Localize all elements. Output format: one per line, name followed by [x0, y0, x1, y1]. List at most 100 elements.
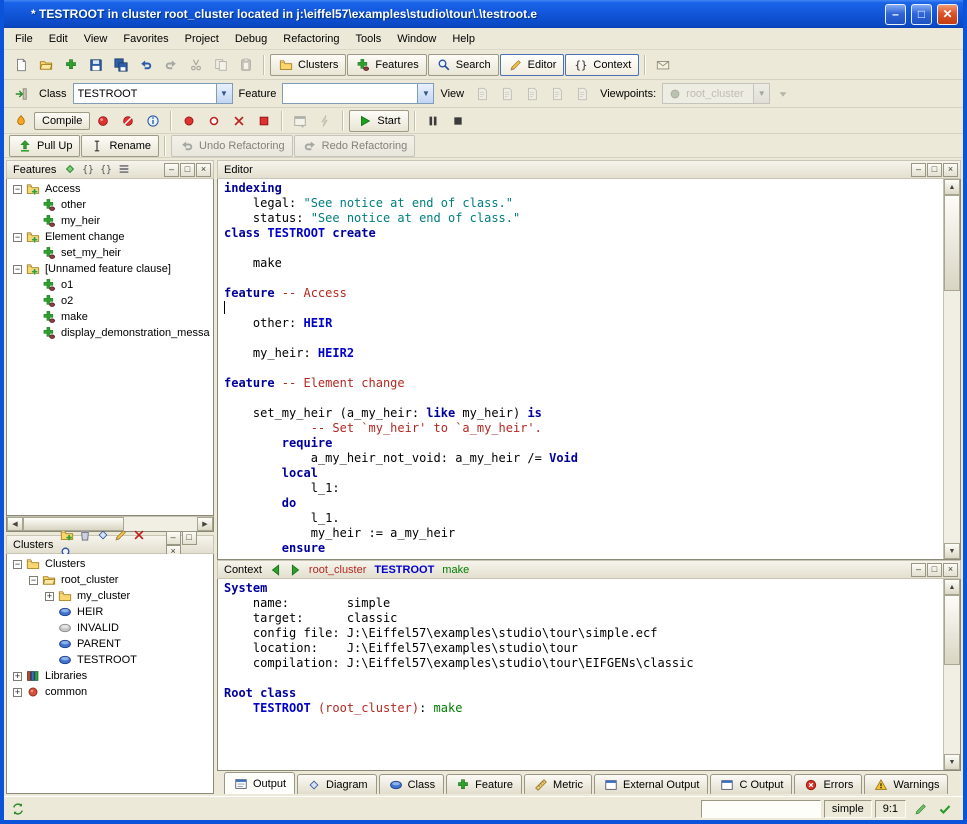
features-panel-minimize-button[interactable]: –: [164, 163, 179, 177]
breakpoints-disable-icon-button[interactable]: [202, 110, 226, 132]
tab-warnings[interactable]: Warnings: [864, 774, 948, 794]
edit-mode-icon-button[interactable]: [909, 798, 933, 820]
tree-item-common[interactable]: +common: [7, 684, 213, 700]
scroll-right-icon[interactable]: ▶: [197, 517, 213, 531]
scrollbar-thumb[interactable]: [944, 595, 960, 665]
tab-c-output[interactable]: C Output: [710, 774, 792, 794]
list-view-icon-button[interactable]: [115, 161, 133, 177]
features-panel-close-button[interactable]: ×: [196, 163, 211, 177]
minimize-button[interactable]: –: [885, 4, 906, 25]
context-vertical-scrollbar[interactable]: ▲ ▼: [943, 579, 960, 770]
braces-icon-button[interactable]: {}: [79, 161, 97, 177]
feature-tool-icon-button[interactable]: [61, 161, 79, 177]
breadcrumb-root-cluster[interactable]: root_cluster: [305, 564, 370, 576]
alias-icon-button[interactable]: {}: [97, 161, 115, 177]
menu-debug[interactable]: Debug: [227, 30, 275, 48]
pause-icon-button[interactable]: [421, 110, 445, 132]
tree-item-invalid[interactable]: INVALID: [7, 620, 213, 636]
open-file-icon-button[interactable]: [34, 54, 58, 76]
context-output-area[interactable]: System name: simple target: classic conf…: [218, 579, 943, 770]
collapse-icon[interactable]: −: [13, 185, 22, 194]
save-all-icon-button[interactable]: [109, 54, 133, 76]
tree-item-set-my-heir[interactable]: set_my_heir: [7, 245, 213, 261]
context-panel-minimize-button[interactable]: –: [911, 563, 926, 577]
tree-item-my-cluster[interactable]: +my_cluster: [7, 588, 213, 604]
new-window-icon-button[interactable]: [9, 54, 33, 76]
finalize-icon-button[interactable]: [116, 110, 140, 132]
saved-icon-button[interactable]: [933, 798, 957, 820]
menu-help[interactable]: Help: [444, 30, 483, 48]
history-back-button[interactable]: [267, 562, 285, 578]
menu-tools[interactable]: Tools: [348, 30, 390, 48]
viewpoints-combo-dropdown-icon[interactable]: ▼: [753, 84, 769, 103]
feature-combo[interactable]: ▼: [282, 83, 434, 104]
start-button[interactable]: Start: [349, 110, 408, 132]
features-panel-restore-button[interactable]: □: [180, 163, 195, 177]
feature-combo-dropdown-icon[interactable]: ▼: [417, 84, 433, 103]
scroll-down-icon[interactable]: ▼: [944, 543, 960, 559]
freeze-icon-button[interactable]: [91, 110, 115, 132]
collapse-icon[interactable]: −: [13, 233, 22, 242]
tree-item-display-demonstration-messa[interactable]: display_demonstration_messa: [7, 325, 213, 341]
menu-window[interactable]: Window: [389, 30, 444, 48]
tab-metric[interactable]: Metric: [524, 774, 592, 794]
tree-item-clusters[interactable]: −Clusters: [7, 556, 213, 572]
rename-button[interactable]: Rename: [81, 135, 159, 157]
tree-item-element-change[interactable]: −Element change: [7, 229, 213, 245]
menu-file[interactable]: File: [7, 30, 41, 48]
viewpoints-combo[interactable]: root_cluster▼: [662, 83, 770, 104]
scroll-left-icon[interactable]: ◀: [7, 517, 23, 531]
editor-button[interactable]: Editor: [500, 54, 565, 76]
send-to-icon-button[interactable]: [651, 54, 675, 76]
collapse-icon[interactable]: −: [29, 576, 38, 585]
tab-errors[interactable]: Errors: [794, 774, 862, 794]
menu-refactoring[interactable]: Refactoring: [275, 30, 347, 48]
new-item-icon-button[interactable]: [59, 54, 83, 76]
tab-class[interactable]: Class: [379, 774, 445, 794]
context-panel-restore-button[interactable]: □: [927, 563, 942, 577]
compile-button[interactable]: Compile: [34, 112, 90, 130]
clusters-panel-minimize-button[interactable]: –: [166, 531, 181, 545]
breakpoints-enable-icon-button[interactable]: [177, 110, 201, 132]
breadcrumb-make[interactable]: make: [438, 564, 473, 576]
tab-output[interactable]: Output: [224, 772, 295, 794]
tree-item-unnamed-feature-clause[interactable]: −[Unnamed feature clause]: [7, 261, 213, 277]
clusters-button[interactable]: Clusters: [270, 54, 346, 76]
scroll-up-icon[interactable]: ▲: [944, 579, 960, 595]
menu-view[interactable]: View: [76, 30, 116, 48]
features-button[interactable]: Features: [347, 54, 426, 76]
pull-up-button[interactable]: Pull Up: [9, 135, 80, 157]
scroll-down-icon[interactable]: ▼: [944, 754, 960, 770]
features-horizontal-scrollbar[interactable]: ◀ ▶: [6, 516, 214, 532]
collapse-icon[interactable]: −: [13, 265, 22, 274]
breakpoints-remove-icon-button[interactable]: [227, 110, 251, 132]
search-button[interactable]: Search: [428, 54, 499, 76]
close-button[interactable]: ✕: [937, 4, 958, 25]
class-tool-icon-button[interactable]: [9, 83, 33, 105]
save-icon-button[interactable]: [84, 54, 108, 76]
editor-panel-minimize-button[interactable]: –: [911, 163, 926, 177]
tree-item-parent[interactable]: PARENT: [7, 636, 213, 652]
tree-item-testroot[interactable]: TESTROOT: [7, 652, 213, 668]
clusters-panel-restore-button[interactable]: □: [182, 531, 197, 545]
tree-item-make[interactable]: make: [7, 309, 213, 325]
tree-item-libraries[interactable]: +Libraries: [7, 668, 213, 684]
menu-edit[interactable]: Edit: [41, 30, 76, 48]
tree-item-heir[interactable]: HEIR: [7, 604, 213, 620]
editor-panel-restore-button[interactable]: □: [927, 163, 942, 177]
tree-item-other[interactable]: other: [7, 197, 213, 213]
tree-item-o1[interactable]: o1: [7, 277, 213, 293]
expand-icon[interactable]: +: [13, 672, 22, 681]
history-forward-button[interactable]: [286, 562, 304, 578]
menu-favorites[interactable]: Favorites: [115, 30, 176, 48]
class-combo[interactable]: TESTROOT▼: [73, 83, 233, 104]
editor-vertical-scrollbar[interactable]: ▲ ▼: [943, 179, 960, 559]
stop-icon-button[interactable]: [446, 110, 470, 132]
tree-item-my-heir[interactable]: my_heir: [7, 213, 213, 229]
breadcrumb-testroot[interactable]: TESTROOT: [370, 564, 438, 576]
scrollbar-thumb[interactable]: [944, 195, 960, 291]
editor-panel-close-button[interactable]: ×: [943, 163, 958, 177]
editor-code-area[interactable]: indexing legal: "See notice at end of cl…: [218, 179, 943, 559]
tree-item-root-cluster[interactable]: −root_cluster: [7, 572, 213, 588]
class-combo-dropdown-icon[interactable]: ▼: [216, 84, 232, 103]
